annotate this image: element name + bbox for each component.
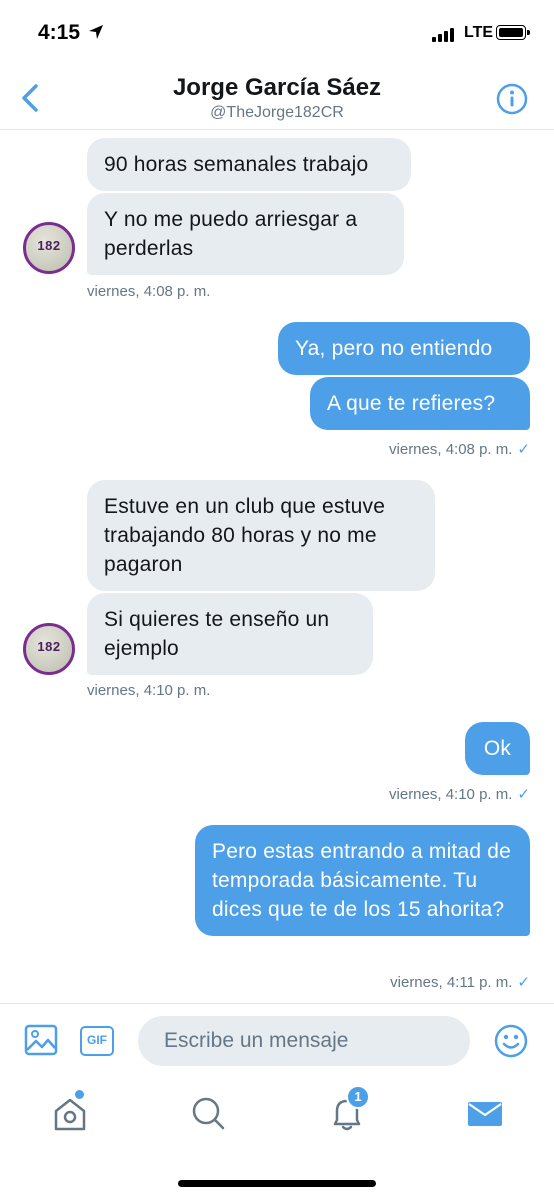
message-outgoing[interactable]: Ya, pero no entiendo [278,322,530,375]
tab-messages[interactable] [465,1093,505,1133]
message-text: Pero estas entrando a mitad de temporada… [212,840,512,921]
read-check-icon: ✓ [517,974,530,991]
message-timestamp: viernes, 4:08 p. m. [87,283,211,300]
network-type: LTE [464,24,494,41]
message-outgoing[interactable]: Pero estas entrando a mitad de temporada… [195,825,530,936]
gif-button[interactable]: GIF [80,1026,114,1056]
image-icon[interactable] [24,1024,58,1056]
timestamp-text: viernes, 4:08 p. m. [389,441,513,458]
message-timestamp: viernes, 4:08 p. m. ✓ [389,440,530,458]
contact-name[interactable]: Jorge García Sáez [0,74,554,102]
message-text: Si quieres te enseño un ejemplo [104,608,330,660]
timestamp-text: viernes, 4:10 p. m. [389,786,513,803]
read-check-icon: ✓ [517,786,530,803]
smiley-icon[interactable] [494,1024,528,1058]
location-arrow-icon [89,25,103,39]
message-text: Y no me puedo arriesgar a perderlas [104,208,358,260]
message-timestamp: viernes, 4:10 p. m. ✓ [389,785,530,803]
tab-notifications[interactable]: 1 [327,1085,370,1133]
message-incoming[interactable]: Y no me puedo arriesgar a perderlas [87,193,404,275]
message-composer: GIF [0,1003,554,1077]
message-outgoing[interactable]: A que te refieres? [310,377,530,430]
message-list[interactable]: 90 horas semanales trabajo Y no me puedo… [0,131,554,1003]
cellular-signal-icon [432,26,456,42]
search-icon [192,1097,225,1130]
tab-bar: 1 [0,1077,554,1200]
message-text: A que te refieres? [327,392,496,415]
home-indicator[interactable] [178,1180,376,1187]
message-incoming[interactable]: 90 horas semanales trabajo [87,138,411,191]
timestamp-text: viernes, 4:11 p. m. [390,974,513,991]
status-bar: 4:15 LTE [0,0,554,66]
new-content-dot [75,1090,84,1099]
read-check-icon: ✓ [517,441,530,458]
message-text: Ok [483,737,512,760]
tab-search[interactable] [188,1093,228,1133]
info-icon[interactable] [496,83,528,115]
contact-avatar[interactable]: 182 [23,222,75,274]
avatar-logo: 182 [37,639,61,654]
mail-icon [468,1102,502,1126]
avatar-logo: 182 [37,238,61,253]
battery-icon [496,25,530,40]
message-timestamp: viernes, 4:11 p. m. ✓ [390,973,530,991]
message-timestamp: viernes, 4:10 p. m. [87,682,211,699]
message-text: Estuve en un club que estuve trabajando … [104,495,386,576]
message-outgoing[interactable]: Ok [465,722,530,775]
contact-avatar[interactable]: 182 [23,623,75,675]
message-text: Ya, pero no entiendo [295,337,493,360]
conversation-header: Jorge García Sáez @TheJorge182CR [0,66,554,130]
home-icon [54,1098,86,1131]
notification-count-badge: 1 [346,1085,370,1109]
contact-handle: @TheJorge182CR [210,104,344,121]
tab-home[interactable] [50,1090,90,1133]
status-time: 4:15 [38,21,81,44]
message-text: 90 horas semanales trabajo [104,153,369,176]
message-incoming[interactable]: Si quieres te enseño un ejemplo [87,593,373,675]
message-incoming[interactable]: Estuve en un club que estuve trabajando … [87,480,435,591]
message-input[interactable] [138,1016,470,1066]
